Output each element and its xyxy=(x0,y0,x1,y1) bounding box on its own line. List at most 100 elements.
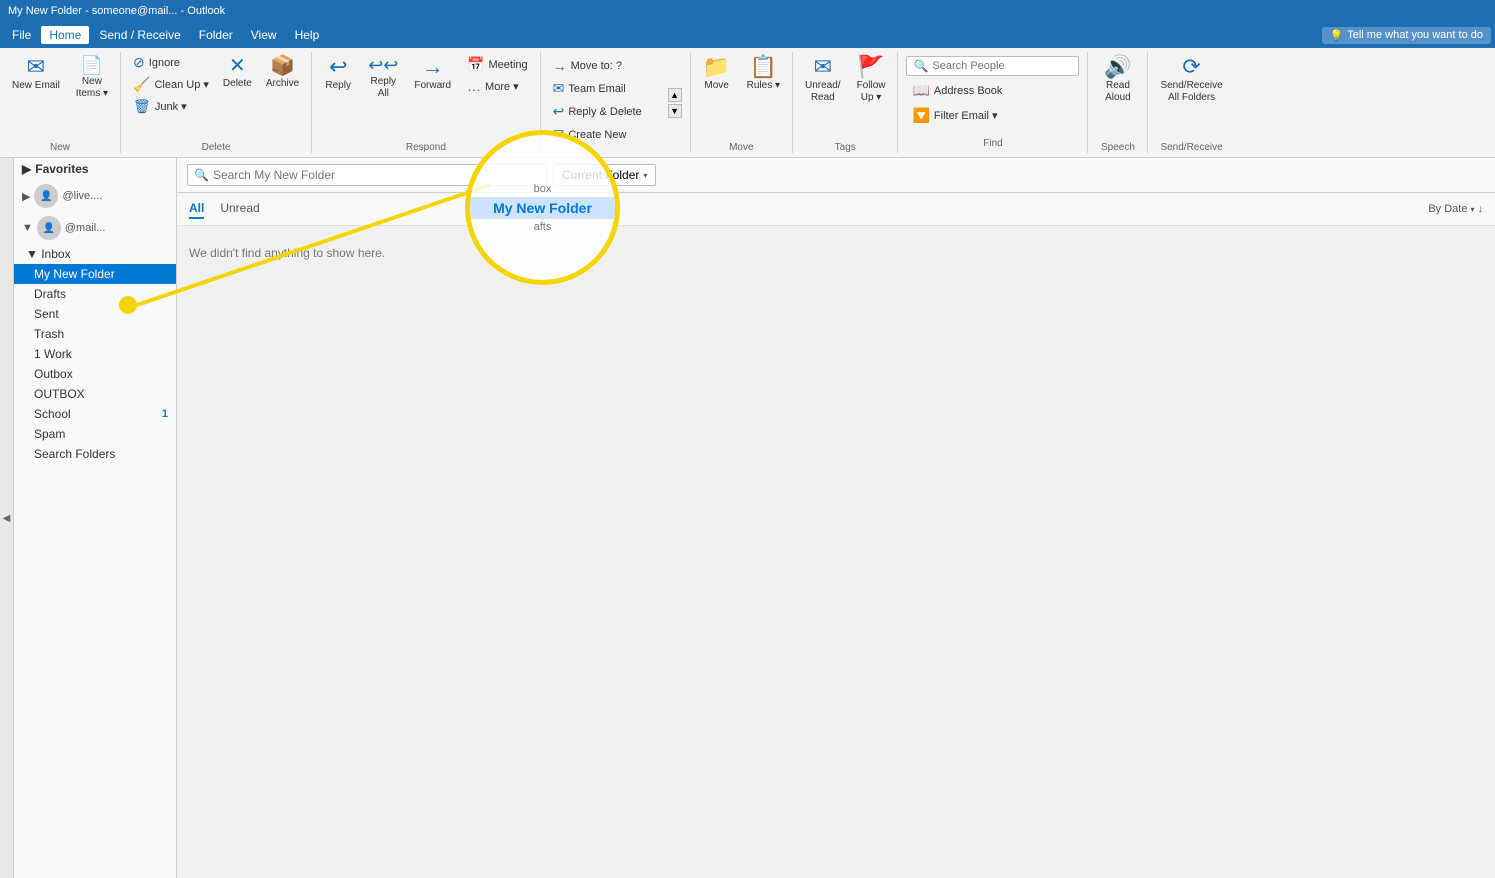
title-bar-text: My New Folder - someone@mail... - Outloo… xyxy=(8,5,225,17)
address-book-button[interactable]: 📖 Address Book xyxy=(906,80,1079,101)
ribbon-group-find: 🔍 📖 Address Book 🔽 Filter Email ▾ Find xyxy=(898,52,1088,153)
delete-label: Delete xyxy=(223,78,252,90)
sort-label: By Date xyxy=(1428,203,1467,215)
rules-button[interactable]: 📋 Rules ▾ xyxy=(741,52,786,96)
work-item[interactable]: 1 Work xyxy=(14,344,176,364)
tab-all[interactable]: All xyxy=(189,199,204,219)
cleanup-button[interactable]: 🧹 Clean Up ▾ xyxy=(127,74,215,95)
ribbon-group-move: 📁 Move 📋 Rules ▾ Move xyxy=(691,52,793,153)
new-items-button[interactable]: 📄 NewItems ▾ xyxy=(70,52,114,104)
tell-me-bar[interactable]: 💡 Tell me what you want to do xyxy=(1322,27,1491,44)
account1-email: @live.... xyxy=(62,190,102,202)
forward-button[interactable]: → Forward xyxy=(408,52,457,96)
send-receive-all-button[interactable]: ⟳ Send/ReceiveAll Folders xyxy=(1154,52,1228,108)
more-icon: … xyxy=(467,78,481,94)
account2-item[interactable]: ▼ 👤 @mail... xyxy=(14,212,176,244)
reply-delete-icon: ↩ xyxy=(553,103,565,120)
search-folders-item[interactable]: Search Folders xyxy=(14,444,176,464)
sort-dropdown-arrow: ▾ xyxy=(1470,205,1474,214)
move-label: Move xyxy=(704,80,728,92)
menu-home[interactable]: Home xyxy=(41,26,89,44)
scroll-down-button[interactable]: ▼ xyxy=(668,104,682,118)
school-item[interactable]: School 1 xyxy=(14,404,176,424)
main-layout: ◀ ▶ Favorites ▶ 👤 @live.... ▼ 👤 @mail... xyxy=(0,158,1495,878)
search-folders-label: Search Folders xyxy=(34,447,115,461)
meeting-button[interactable]: 📅 Meeting xyxy=(461,54,534,75)
move-button[interactable]: 📁 Move xyxy=(697,52,737,96)
rules-icon: 📋 xyxy=(750,56,777,78)
menu-view[interactable]: View xyxy=(243,26,285,44)
spam-label: Spam xyxy=(34,427,65,441)
lightbulb-icon: 💡 xyxy=(1330,29,1344,42)
search-input[interactable] xyxy=(213,168,540,182)
more-button[interactable]: … More ▾ xyxy=(461,76,534,96)
favorites-expand-icon: ▶ xyxy=(22,162,31,176)
rules-label: Rules ▾ xyxy=(747,80,780,92)
filter-email-icon: 🔽 xyxy=(912,107,929,124)
team-email-button[interactable]: ✉ Team Email xyxy=(547,78,662,99)
reply-delete-button[interactable]: ↩ Reply & Delete xyxy=(547,101,662,122)
new-email-button[interactable]: ✉ New Email xyxy=(6,52,66,96)
menu-send-receive[interactable]: Send / Receive xyxy=(91,26,188,44)
create-new-icon: ✉ xyxy=(553,126,565,143)
ribbon-group-tags: ✉ Unread/Read 🚩 FollowUp ▾ Tags xyxy=(793,52,898,153)
favorites-header[interactable]: ▶ Favorites xyxy=(14,158,176,180)
move-to-button[interactable]: → Move to: ? xyxy=(547,56,662,76)
spam-item[interactable]: Spam xyxy=(14,424,176,444)
my-new-folder-item[interactable]: My New Folder xyxy=(14,264,176,284)
ribbon-group-speech: 🔊 ReadAloud Speech xyxy=(1088,52,1148,153)
sidebar: ▶ Favorites ▶ 👤 @live.... ▼ 👤 @mail... ▼… xyxy=(14,158,177,878)
current-folder-label: Current Folder xyxy=(562,168,639,182)
favorites-label: Favorites xyxy=(35,162,88,176)
reply-button[interactable]: ↩ Reply xyxy=(318,52,358,96)
sidebar-collapse-button[interactable]: ◀ xyxy=(0,158,14,878)
scope-dropdown-arrow: ▾ xyxy=(643,171,647,180)
current-folder-button[interactable]: Current Folder ▾ xyxy=(553,164,656,186)
create-new-button[interactable]: ✉ Create New xyxy=(547,124,662,145)
sent-item[interactable]: Sent xyxy=(14,304,176,324)
search-people-input[interactable] xyxy=(932,60,1072,72)
unread-read-button[interactable]: ✉ Unread/Read xyxy=(799,52,847,108)
archive-button[interactable]: 📦 Archive xyxy=(260,52,305,94)
reply-all-label: ReplyAll xyxy=(370,76,396,100)
menu-folder[interactable]: Folder xyxy=(191,26,241,44)
outbox2-item[interactable]: OUTBOX xyxy=(14,384,176,404)
search-input-wrap[interactable]: 🔍 xyxy=(187,164,547,186)
read-aloud-label: ReadAloud xyxy=(1105,80,1131,104)
reply-all-button[interactable]: ↩↩ ReplyAll xyxy=(362,52,404,104)
scroll-up-button[interactable]: ▲ xyxy=(668,88,682,102)
junk-button[interactable]: 🗑 Junk ▾ xyxy=(127,96,215,117)
ribbon-group-quicksteps: → Move to: ? ✉ Team Email ↩ Reply & Dele… xyxy=(541,52,691,153)
school-label: School xyxy=(34,407,71,421)
account1-expand-icon: ▶ xyxy=(22,190,30,203)
account1-avatar: 👤 xyxy=(34,184,58,208)
junk-icon: 🗑 xyxy=(133,98,151,115)
forward-icon: → xyxy=(422,56,444,78)
trash-item[interactable]: Trash xyxy=(14,324,176,344)
ribbon-group-tags-label: Tags xyxy=(835,138,856,153)
menu-file[interactable]: File xyxy=(4,26,39,44)
menu-help[interactable]: Help xyxy=(287,26,328,44)
sort-button[interactable]: By Date ▾ ↓ xyxy=(1428,203,1483,215)
inbox-item[interactable]: ▼ Inbox xyxy=(14,244,176,264)
move-to-icon: → xyxy=(553,58,567,74)
send-receive-icon: ⟳ xyxy=(1182,56,1200,78)
tab-all-label: All xyxy=(189,201,204,215)
read-aloud-button[interactable]: 🔊 ReadAloud xyxy=(1098,52,1138,108)
unread-read-label: Unread/Read xyxy=(805,80,841,104)
filter-email-button[interactable]: 🔽 Filter Email ▾ xyxy=(906,105,1079,126)
delete-button[interactable]: ✕ Delete xyxy=(217,52,258,94)
ignore-button[interactable]: ⊘ Ignore xyxy=(127,52,215,73)
follow-up-button[interactable]: 🚩 FollowUp ▾ xyxy=(851,52,892,108)
follow-up-icon: 🚩 xyxy=(857,56,884,78)
search-people-box[interactable]: 🔍 xyxy=(906,56,1079,76)
address-book-label: Address Book xyxy=(934,85,1002,97)
empty-message-text: We didn't find anything to show here. xyxy=(189,246,385,260)
forward-label: Forward xyxy=(414,80,451,92)
drafts-item[interactable]: Drafts xyxy=(14,284,176,304)
tab-unread[interactable]: Unread xyxy=(220,199,259,219)
my-new-folder-label: My New Folder xyxy=(34,267,115,281)
unread-read-icon: ✉ xyxy=(814,56,832,78)
outbox-item[interactable]: Outbox xyxy=(14,364,176,384)
account1-item[interactable]: ▶ 👤 @live.... xyxy=(14,180,176,212)
